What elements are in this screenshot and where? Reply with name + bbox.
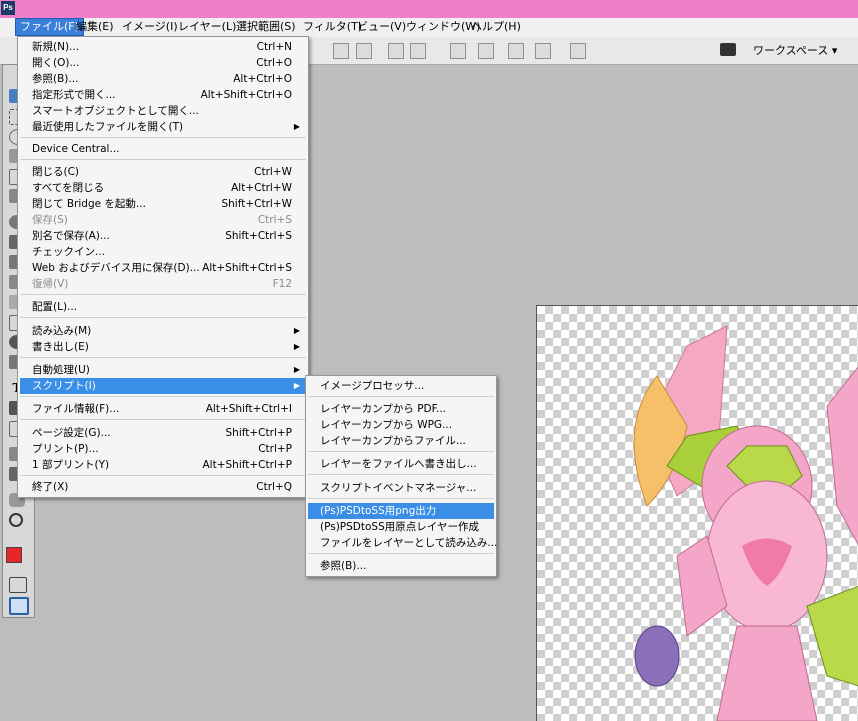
menu-separator [20,357,306,358]
menu-item-export[interactable]: 書き出し(E) ▶ [20,339,306,355]
menu-item-export-layers-to-files[interactable]: レイヤーをファイルへ書き出し... [308,456,494,472]
menu-separator [20,317,306,318]
menu-item-save-as[interactable]: 別名で保存(A)... Shift+Ctrl+S [20,228,306,244]
menu-separator [20,419,306,420]
menu-item-scripts[interactable]: スクリプト(I) ▶ [20,378,306,394]
align-vcenter-icon[interactable] [356,43,372,59]
align-bottom-icon[interactable] [388,43,404,59]
menu-item-exit[interactable]: 終了(X) Ctrl+Q [20,479,306,495]
photoshop-logo-icon: Ps [1,1,15,15]
document-canvas[interactable] [536,305,858,721]
character-artwork [633,325,858,721]
menu-separator [308,474,494,475]
file-menu-dropdown: 新規(N)... Ctrl+N 開く(O)... Ctrl+O 参照(B)... Al… [17,36,309,498]
menu-separator [308,498,494,499]
title-bar: Ps [0,0,858,18]
menu-separator [20,294,306,295]
menu-item-save-for-web[interactable]: Web およびデバイス用に保存(D)... Alt+Shift+Ctrl+S [20,260,306,276]
distribute-vcenter-icon[interactable] [478,43,494,59]
distribute-hcenter-icon[interactable] [535,43,551,59]
menu-edit[interactable]: 編集(E) [72,19,118,35]
menu-select[interactable]: 選択範囲(S) [232,19,300,35]
submenu-arrow-icon: ▶ [293,326,300,335]
menu-separator [20,137,306,138]
foreground-color-swatch[interactable] [6,547,22,563]
menu-item-script-events-manager[interactable]: スクリプトイベントマネージャ... [308,480,494,496]
menu-item-import[interactable]: 読み込み(M) ▶ [20,323,306,339]
zoom-tool-icon[interactable] [9,513,23,527]
menu-item-psdtoss-origin-layer[interactable]: (Ps)PSDtoSS用原点レイヤー作成 [308,519,494,535]
align-top-icon[interactable] [333,43,349,59]
menu-item-device-central[interactable]: Device Central... [20,141,306,157]
menu-item-browse[interactable]: 参照(B)... Alt+Ctrl+O [20,71,306,87]
menu-item-open-as[interactable]: 指定形式で開く... Alt+Shift+Ctrl+O [20,87,306,103]
menu-item-close-all[interactable]: すべてを閉じる Alt+Ctrl+W [20,180,306,196]
menu-item-close[interactable]: 閉じる(C) Ctrl+W [20,164,306,180]
menu-help[interactable]: ヘルプ(H) [467,19,525,35]
menu-item-page-setup[interactable]: ページ設定(G)... Shift+Ctrl+P [20,425,306,441]
menu-separator [20,475,306,476]
menu-separator [308,553,494,554]
quick-mask-icon[interactable] [9,577,27,593]
menu-item-place[interactable]: 配置(L)... [20,299,306,315]
menu-item-revert: 復帰(V) F12 [32,278,292,290]
menu-item-image-processor[interactable]: イメージプロセッサ... [308,378,494,394]
menu-item-psdtoss-png-export[interactable]: (Ps)PSDtoSS用png出力 [308,503,494,519]
submenu-arrow-icon: ▶ [293,381,300,390]
submenu-arrow-icon: ▶ [293,365,300,374]
menu-item-print-one-copy[interactable]: 1 部プリント(Y) Alt+Shift+Ctrl+P [20,457,306,473]
menu-item-scripts-browse[interactable]: 参照(B)... [308,558,494,574]
menu-item-new[interactable]: 新規(N)... Ctrl+N [20,39,306,55]
menu-item-layer-comps-to-files[interactable]: レイヤーカンプからファイル... [308,433,494,449]
bridge-icon[interactable] [720,43,736,56]
distribute-left-icon[interactable] [508,43,524,59]
menu-item-load-files-into-stack[interactable]: ファイルをレイヤーとして読み込み... [308,535,497,551]
menu-image[interactable]: イメージ(I) [118,19,182,35]
menu-separator [20,159,306,160]
menu-item-layer-comps-to-wpg[interactable]: レイヤーカンプから WPG... [308,417,494,433]
submenu-arrow-icon: ▶ [293,342,300,351]
auto-align-icon[interactable] [570,43,586,59]
align-left-icon[interactable] [410,43,426,59]
submenu-arrow-icon: ▶ [293,122,300,131]
workspace-button[interactable]: ワークスペース ▾ [753,42,837,58]
menu-item-check-in[interactable]: チェックイン... [20,244,306,260]
menu-separator [308,451,494,452]
menu-item-open-recent[interactable]: 最近使用したファイルを開く(T) ▶ [20,119,306,135]
screen-mode-icon[interactable] [9,597,29,615]
menu-layer[interactable]: レイヤー(L) [174,19,240,35]
menu-bar: ファイル(F) 編集(E) イメージ(I) レイヤー(L) 選択範囲(S) フィ… [0,18,858,38]
menu-item-layer-comps-to-pdf[interactable]: レイヤーカンプから PDF... [308,401,494,417]
menu-item-open-smart-object[interactable]: スマートオブジェクトとして開く... [20,103,306,119]
distribute-top-icon[interactable] [450,43,466,59]
menu-item-automate[interactable]: 自動処理(U) ▶ [20,362,306,378]
menu-separator [20,396,306,397]
menu-item-file-info[interactable]: ファイル情報(F)... Alt+Shift+Ctrl+I [20,401,306,417]
menu-item-close-go-bridge[interactable]: 閉じて Bridge を起動... Shift+Ctrl+W [20,196,306,212]
menu-item-open[interactable]: 開く(O)... Ctrl+O [20,55,306,71]
menu-item-save: 保存(S) Ctrl+S [32,214,292,226]
scripts-submenu: イメージプロセッサ... レイヤーカンプから PDF... レイヤーカンプから … [305,375,497,577]
menu-item-print[interactable]: プリント(P)... Ctrl+P [20,441,306,457]
menu-separator [308,396,494,397]
